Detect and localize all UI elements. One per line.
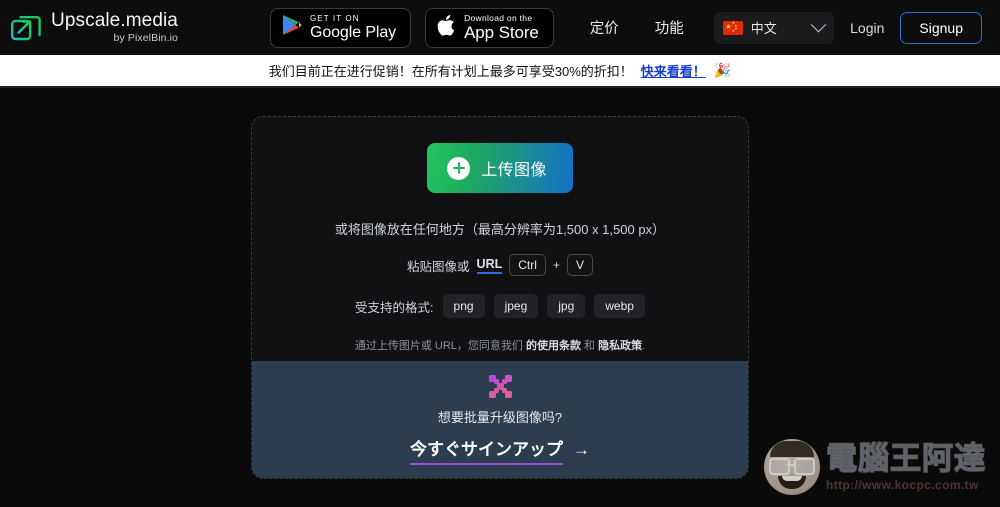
google-play-small-label: GET IT ON bbox=[309, 13, 360, 23]
watermark: 電腦王阿達 http://www.kocpc.com.tw bbox=[764, 439, 986, 495]
upload-card[interactable]: 上传图像 或将图像放在任何地方（最高分辨率为1,500 x 1,500 px） … bbox=[251, 116, 749, 479]
upload-image-label: 上传图像 bbox=[481, 162, 547, 179]
page-root: Upscale.media by PixelBin.io GET IT ON G… bbox=[0, 0, 1000, 507]
terms-text: 通过上传图片或 URL，您同意我们 的使用条款 和 隐私政策. bbox=[355, 337, 645, 353]
brand-subtitle: by PixelBin.io bbox=[113, 32, 178, 45]
site-header: Upscale.media by PixelBin.io GET IT ON G… bbox=[0, 0, 1000, 55]
paste-url-link[interactable]: URL bbox=[476, 257, 503, 274]
format-chip-png: png bbox=[442, 294, 485, 319]
promo-message: 我们目前正在进行促销！在所有计划上最多可享受30%的折扣！ bbox=[268, 64, 633, 79]
main-content: 上传图像 或将图像放在任何地方（最高分辨率为1,500 x 1,500 px） … bbox=[0, 88, 1000, 505]
promo-cta-link[interactable]: 快来看看！ bbox=[641, 61, 706, 80]
upscale-arrow-icon bbox=[10, 12, 42, 44]
key-plus-sign: + bbox=[552, 258, 560, 273]
watermark-text: 電腦王阿達 http://www.kocpc.com.tw bbox=[825, 441, 986, 492]
app-store-small-label: Download on the bbox=[464, 12, 533, 23]
terms-prefix: 通过上传图片或 URL，您同意我们 bbox=[354, 340, 523, 353]
party-popper-icon: 🎉 bbox=[713, 62, 732, 78]
batch-signup-label: 今すぐサインアップ bbox=[410, 435, 563, 465]
key-ctrl: Ctrl bbox=[509, 254, 546, 277]
watermark-url: http://www.kocpc.com.tw bbox=[826, 478, 979, 492]
brand-text: Upscale.media by PixelBin.io bbox=[51, 11, 178, 44]
google-play-icon bbox=[282, 14, 302, 41]
drop-hint-text: 或将图像放在任何地方（最高分辨率为1,500 x 1,500 px） bbox=[334, 222, 666, 237]
language-selector[interactable]: ★ ★ ★ ★ ★ 中文 bbox=[713, 11, 834, 44]
format-chip-webp: webp bbox=[594, 294, 645, 319]
key-v: V bbox=[566, 254, 593, 277]
watermark-site-name: 電腦王阿達 bbox=[825, 441, 986, 476]
supported-formats-label: 受支持的格式: bbox=[355, 300, 434, 315]
china-flag-icon: ★ ★ ★ ★ ★ bbox=[722, 20, 743, 35]
login-button[interactable]: Login bbox=[850, 20, 884, 36]
batch-question-text: 想要批量升级图像吗? bbox=[437, 409, 563, 425]
brand-title-accent: .media bbox=[120, 10, 178, 32]
plus-circle-icon bbox=[447, 156, 471, 180]
signup-button[interactable]: Signup bbox=[900, 11, 982, 44]
app-store-big-label: App Store bbox=[464, 23, 539, 43]
dropzone[interactable]: 上传图像 或将图像放在任何地方（最高分辨率为1,500 x 1,500 px） … bbox=[252, 117, 748, 361]
terms-of-use-link[interactable]: 的使用条款 bbox=[526, 340, 581, 352]
paste-url-row: 粘贴图像或 URL Ctrl + V bbox=[407, 254, 593, 277]
auth-actions: Login Signup bbox=[850, 11, 982, 44]
format-chip-jpeg: jpeg bbox=[493, 294, 539, 319]
paste-prefix-label: 粘贴图像或 bbox=[407, 259, 470, 274]
google-play-badge[interactable]: GET IT ON Google Play bbox=[269, 7, 412, 48]
supported-formats-row: 受支持的格式: png jpeg jpg webp bbox=[355, 294, 645, 319]
chevron-down-icon bbox=[810, 16, 827, 33]
upload-image-button[interactable]: 上传图像 bbox=[427, 143, 573, 193]
privacy-policy-link[interactable]: 隐私政策 bbox=[598, 340, 642, 352]
format-chip-jpg: jpg bbox=[547, 294, 586, 319]
batch-upgrade-banner: 想要批量升级图像吗? 今すぐサインアップ → bbox=[252, 361, 748, 478]
arrow-right-icon: → bbox=[573, 439, 590, 459]
brand-title: Upscale.media bbox=[51, 11, 178, 30]
pixelbin-x-icon bbox=[488, 374, 512, 398]
apple-logo-icon bbox=[437, 14, 456, 42]
brand-logo[interactable]: Upscale.media by PixelBin.io bbox=[10, 11, 178, 44]
brand-title-main: Upscale bbox=[51, 10, 121, 32]
google-play-big-label: Google Play bbox=[309, 23, 397, 41]
app-store-labels: Download on the App Store bbox=[464, 14, 539, 42]
cartoon-face-icon bbox=[764, 439, 820, 495]
app-store-badge[interactable]: Download on the App Store bbox=[425, 7, 554, 48]
google-play-labels: GET IT ON Google Play bbox=[309, 13, 397, 41]
store-badges: GET IT ON Google Play Download on the Ap… bbox=[269, 7, 554, 48]
nav-link-pricing[interactable]: 定价 bbox=[590, 17, 619, 38]
primary-nav: 定价 功能 bbox=[590, 17, 684, 38]
terms-suffix: . bbox=[642, 340, 646, 353]
nav-link-features[interactable]: 功能 bbox=[655, 17, 684, 38]
terms-conjunction: 和 bbox=[584, 340, 596, 353]
promo-banner: 我们目前正在进行促销！在所有计划上最多可享受30%的折扣！ 快来看看！ 🎉 bbox=[0, 55, 1000, 88]
batch-signup-link[interactable]: 今すぐサインアップ → bbox=[410, 435, 590, 465]
language-label: 中文 bbox=[750, 21, 777, 36]
